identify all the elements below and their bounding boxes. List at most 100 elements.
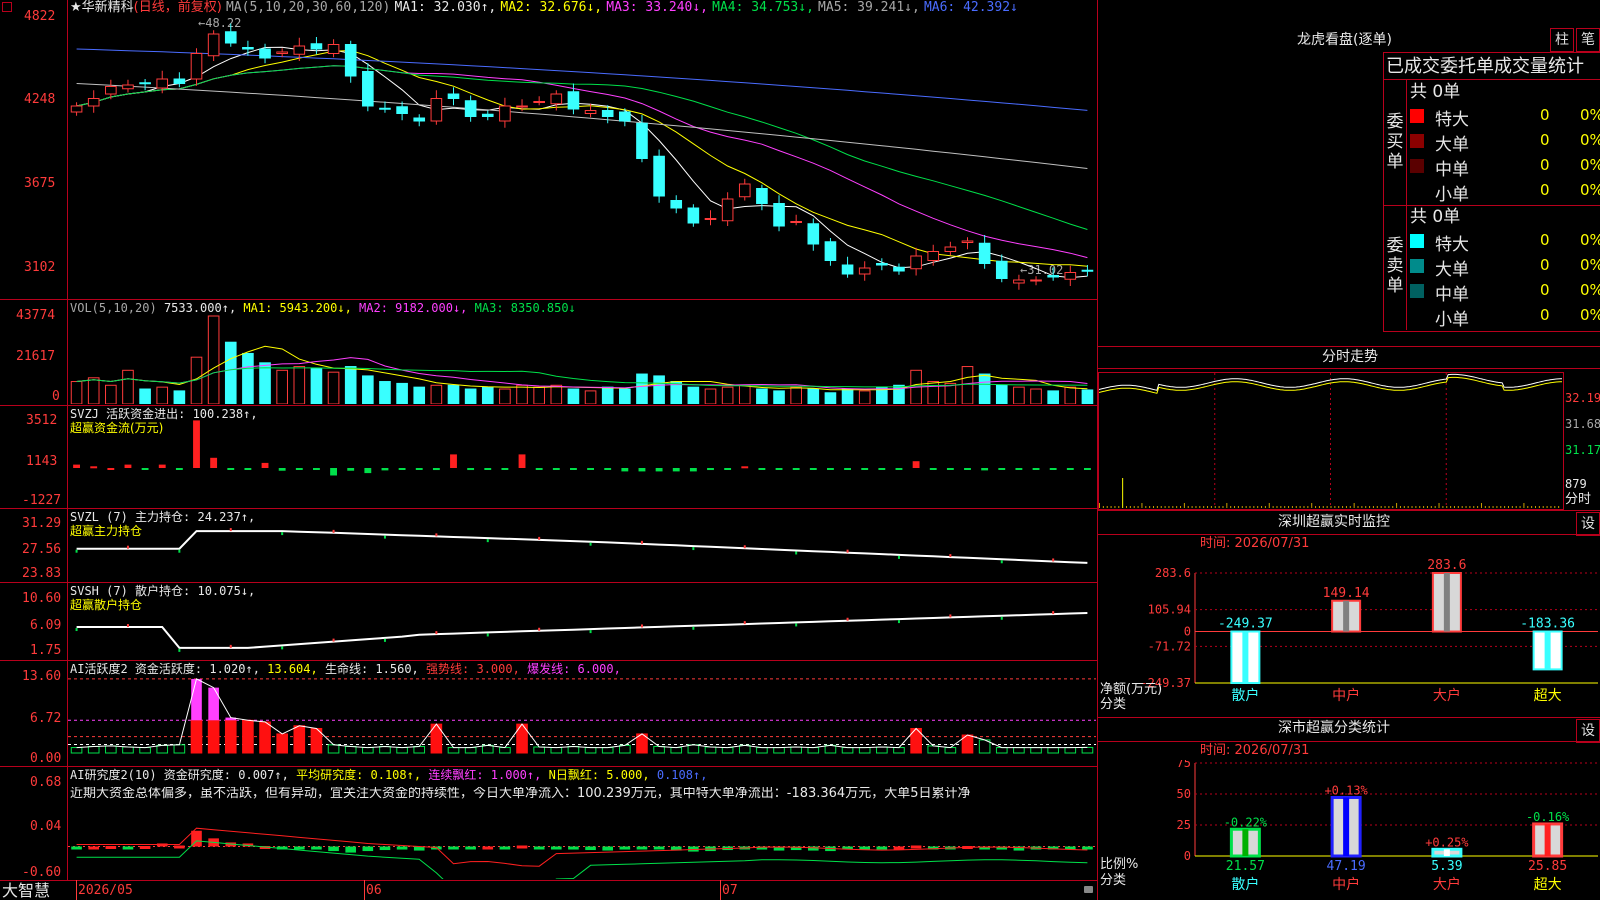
tick-mode-button[interactable]: 笔: [1576, 28, 1600, 52]
svsh-chart[interactable]: [68, 586, 1096, 659]
intraday-volume: [1234, 506, 1236, 508]
intraday-volume: [1099, 503, 1100, 508]
fund-flow-bar: [210, 457, 218, 468]
holding-tick: [486, 539, 489, 543]
intraday-volume: [1338, 506, 1340, 508]
bar-mode-button[interactable]: 柱: [1550, 28, 1574, 52]
intraday-volume: [1226, 503, 1228, 508]
svzj-title[interactable]: SVZJ 活跃资金进出: 100.238↑,: [70, 407, 258, 421]
class-value-label: 47.19: [1327, 859, 1366, 874]
ai-active-chart[interactable]: [68, 672, 1096, 765]
stock-name[interactable]: 华新精科: [82, 0, 134, 15]
price-tick: 3102: [24, 260, 56, 275]
fund-flow-bar: [175, 468, 183, 470]
sz-monitor-settings-button[interactable]: 设: [1576, 512, 1600, 536]
class-bar-core: [1544, 823, 1551, 856]
activity-bar: [499, 747, 511, 754]
activity-bar: [653, 745, 665, 754]
volume-bar: [139, 388, 151, 404]
main-chart-area[interactable]: ★华新精科(日线，前复权) MA(5,10,20,30,60,120) MA1:…: [0, 0, 1098, 900]
sell-row-large[interactable]: 大单00%: [1410, 254, 1600, 280]
intraday-unit: 分时: [1565, 492, 1592, 507]
volume-bar: [464, 388, 477, 404]
category-label: 大户: [1433, 876, 1461, 893]
intraday-volume: [1392, 506, 1394, 508]
svzj-chart[interactable]: [68, 420, 1096, 507]
volume-bar: [105, 384, 117, 404]
intraday-volume: [1268, 503, 1270, 508]
buy-row-small[interactable]: 小单00%: [1410, 179, 1600, 205]
ai-research-title[interactable]: AI研究度2(10) 资金研究度: 0.007↑,: [70, 768, 289, 782]
intraday-volume: [1500, 506, 1502, 508]
candle-body: [790, 221, 802, 223]
buy-row-large[interactable]: 大单00%: [1410, 129, 1600, 155]
activity-bar: [1081, 746, 1094, 754]
intraday-volume: [1291, 506, 1293, 508]
research-bar: [1082, 846, 1093, 850]
candle-body: [601, 110, 614, 117]
holding-tick: [126, 545, 129, 549]
intraday-volume: [1176, 506, 1178, 508]
buy-row-xl[interactable]: 特大00%: [1410, 104, 1600, 130]
intraday-volume: [1129, 506, 1131, 508]
holding-tick: [332, 529, 335, 533]
activity-bar: [567, 745, 580, 754]
category-label: 中户: [1332, 687, 1360, 704]
holding-tick: [640, 624, 643, 628]
activity-bar: [464, 747, 477, 754]
buy-row-mid[interactable]: 中单00%: [1410, 154, 1600, 180]
intraday-volume: [1477, 506, 1479, 508]
intraday-volume: [1160, 506, 1162, 508]
change-label: +0.13%: [1324, 783, 1368, 797]
fund-flow-bar: [1084, 468, 1091, 470]
volume-bar: [310, 367, 323, 404]
intraday-volume: [1361, 506, 1363, 508]
activity-bar: [70, 747, 83, 754]
candle-body: [1030, 279, 1042, 282]
intraday-volume: [1264, 506, 1266, 508]
volume-bar: [841, 388, 854, 404]
intraday-price-line: [1099, 373, 1562, 391]
volume-bar: [156, 386, 169, 404]
sz-class-chart[interactable]: 75 50 25 0 -0.22% 21.57 散户 +0.13% 47.19 中户 +0.25% 5…: [1098, 760, 1600, 900]
intraday-volume: [1372, 506, 1374, 508]
intraday-volume: [1191, 506, 1193, 508]
ma-param[interactable]: MA(5,10,20,30,60,120): [226, 0, 390, 15]
candle-body: [670, 200, 683, 209]
date-label: 07: [722, 883, 738, 898]
intraday-volume: [1527, 506, 1529, 508]
lock-icon[interactable]: [1084, 886, 1093, 893]
sell-row-xl[interactable]: 特大00%: [1410, 229, 1600, 255]
activity-bar: [601, 747, 614, 754]
fund-flow-bar: [946, 468, 954, 470]
intraday-volume: [1141, 503, 1143, 508]
close-icon[interactable]: [2, 2, 12, 12]
ai-consecutive-red: 连续飘红: 1.000↑,: [428, 768, 542, 782]
intraday-volume: [1187, 506, 1189, 508]
intraday-chart[interactable]: [1099, 373, 1562, 508]
class-bar-core: [1343, 797, 1350, 856]
category-label: 超大: [1534, 688, 1562, 704]
monitor-value-label: -183.36: [1520, 617, 1575, 632]
period-label[interactable]: (日线，前复权): [134, 0, 222, 15]
svzl-chart[interactable]: [68, 512, 1096, 581]
intraday-volume: [1430, 506, 1432, 508]
monitor-bar-core: [1544, 631, 1551, 670]
ai-research-chart[interactable]: [68, 800, 1096, 879]
fund-flow-bar: [621, 468, 629, 472]
ma-line-120: [76, 48, 1088, 111]
volume-bar: [687, 386, 700, 404]
intraday-volume: [1218, 506, 1220, 508]
intraday-volume: [1403, 506, 1405, 508]
sell-row-small[interactable]: 小单00%: [1410, 304, 1600, 330]
favorite-star-icon[interactable]: ★: [70, 0, 82, 15]
intraday-volume: [1473, 506, 1475, 508]
holding-line: [76, 530, 1088, 564]
volume-chart[interactable]: [68, 312, 1096, 404]
holding-tick: [281, 532, 284, 536]
sell-row-mid[interactable]: 中单00%: [1410, 279, 1600, 305]
candlestick-chart[interactable]: [68, 16, 1096, 298]
sz-monitor-chart[interactable]: 283.6105.940-71.72-249.37-249.37散户149.14…: [1098, 553, 1600, 730]
sz-class-settings-button[interactable]: 设: [1576, 719, 1600, 743]
research-bar: [396, 846, 408, 850]
